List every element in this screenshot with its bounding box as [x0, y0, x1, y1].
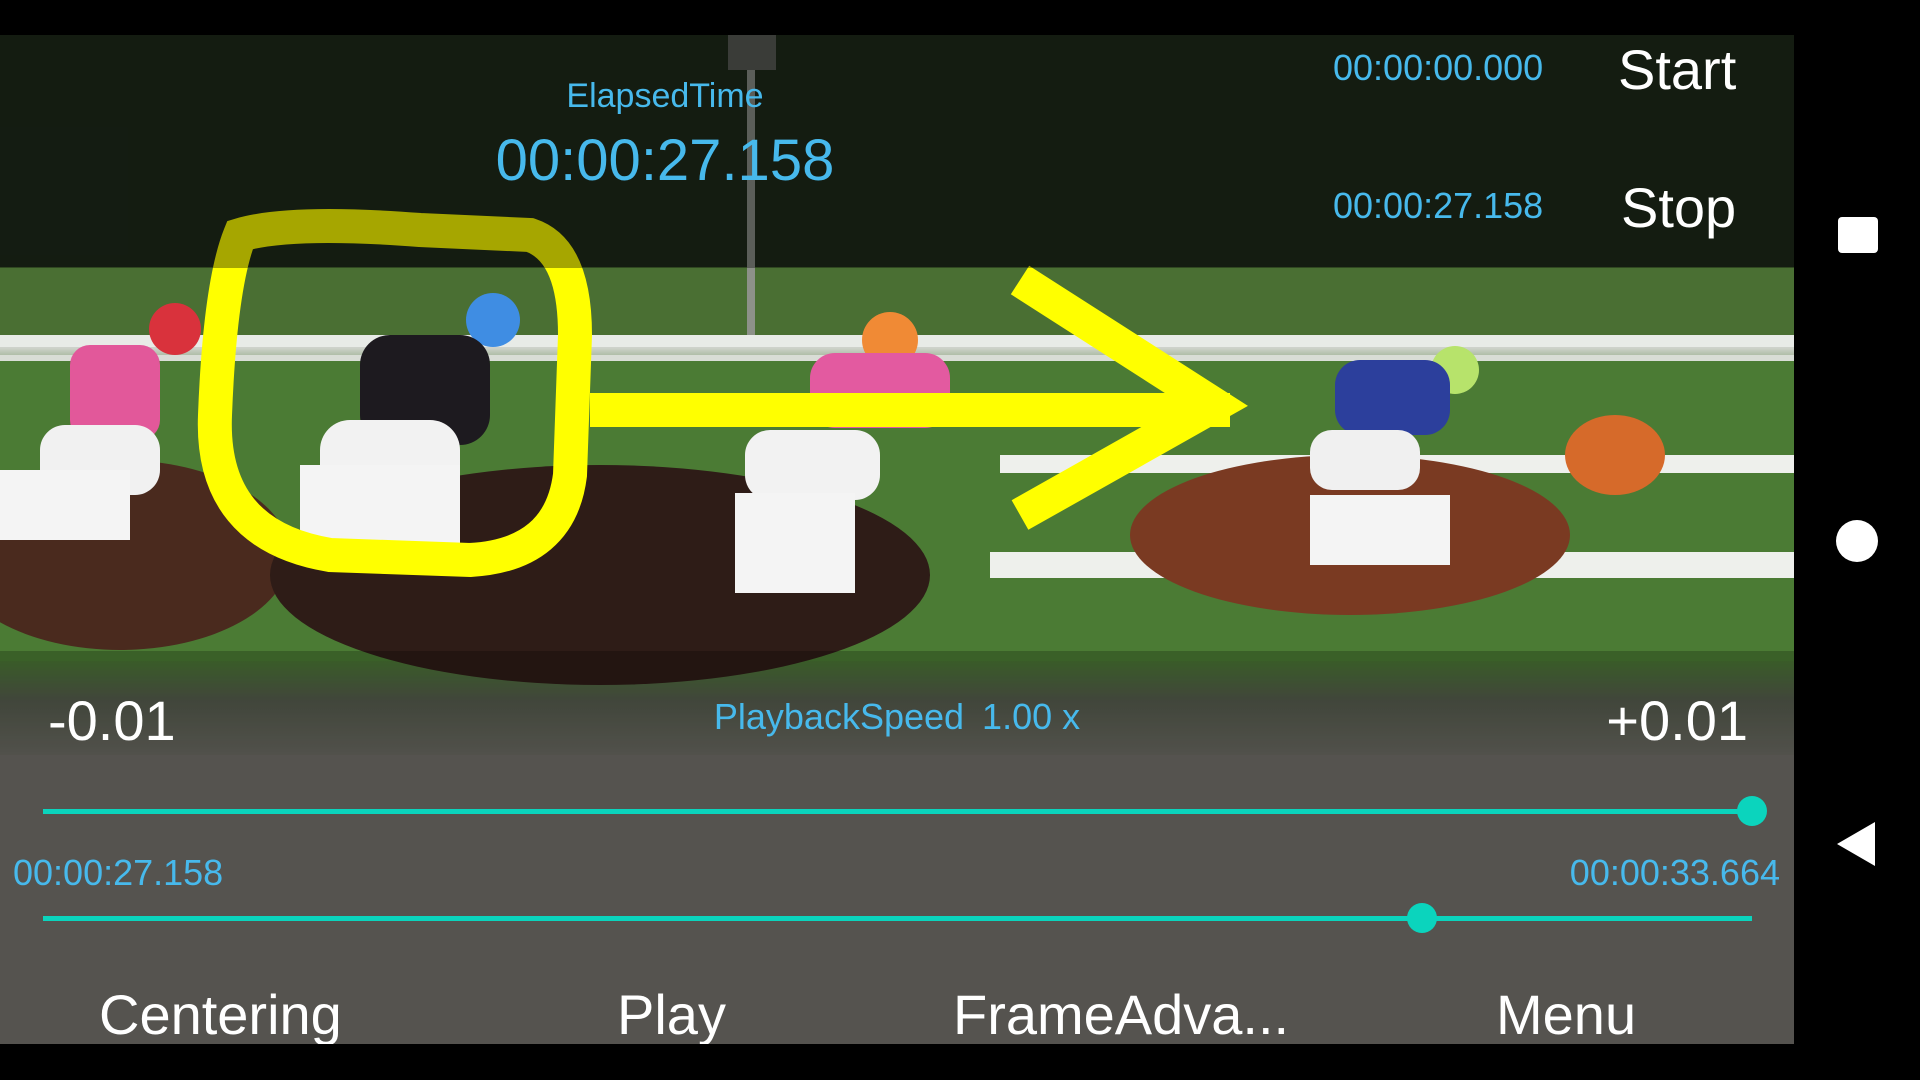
slider-track [43, 916, 1752, 921]
centering-button[interactable]: Centering [99, 982, 342, 1044]
frame-advance-button[interactable]: FrameAdva... [953, 982, 1289, 1044]
elapsed-time-value: 00:00:27.158 [495, 128, 835, 193]
current-position-time: 00:00:27.158 [13, 852, 224, 893]
saddle-cloth-right [1310, 495, 1450, 565]
playback-speed-value: 1.00 x [982, 696, 1081, 737]
play-button[interactable]: Play [617, 982, 726, 1044]
home-button[interactable] [1794, 480, 1920, 600]
slider-track [43, 809, 1752, 814]
start-time-value: 00:00:00.000 [1333, 47, 1544, 88]
saddle-cloth-center2 [735, 493, 855, 593]
triangle-back-icon [1837, 822, 1875, 866]
jockey-silks-blue-red [1335, 360, 1450, 435]
bottom-toolbar: Centering Play FrameAdva... Menu [0, 982, 1794, 1044]
square-recents-icon [1838, 217, 1878, 253]
playback-speed-label: PlaybackSpeed [713, 696, 965, 737]
total-duration-time: 00:00:33.664 [1569, 852, 1780, 893]
speed-increment-button[interactable]: +0.01 [1606, 688, 1748, 753]
start-button[interactable]: Start [1618, 37, 1736, 102]
jockey-pants-center2 [745, 430, 880, 500]
horse-head-right [1565, 415, 1665, 495]
playback-speed-slider[interactable] [43, 796, 1767, 826]
slider-thumb[interactable] [1407, 903, 1438, 933]
video-frame[interactable]: ElapsedTime 00:00:27.158 00:00:00.000 St… [0, 35, 1794, 1044]
stop-button[interactable]: Stop [1621, 175, 1736, 240]
back-button[interactable] [1794, 784, 1920, 904]
system-nav-bar [1794, 0, 1920, 1080]
menu-button[interactable]: Menu [1496, 982, 1636, 1044]
elapsed-time-label: ElapsedTime [566, 77, 764, 115]
seek-slider[interactable] [43, 903, 1752, 933]
slider-thumb[interactable] [1737, 796, 1767, 826]
annotation-arrow-shaft [590, 393, 1230, 427]
stop-time-value: 00:00:27.158 [1333, 185, 1544, 226]
jockey-pants-right [1310, 430, 1420, 490]
jockey-helmet-red [149, 303, 201, 355]
recents-button[interactable] [1794, 174, 1920, 294]
saddle-cloth-left [0, 470, 130, 540]
circle-home-icon [1836, 520, 1878, 562]
playback-speed-display: PlaybackSpeed 1.00 x [0, 696, 1794, 738]
